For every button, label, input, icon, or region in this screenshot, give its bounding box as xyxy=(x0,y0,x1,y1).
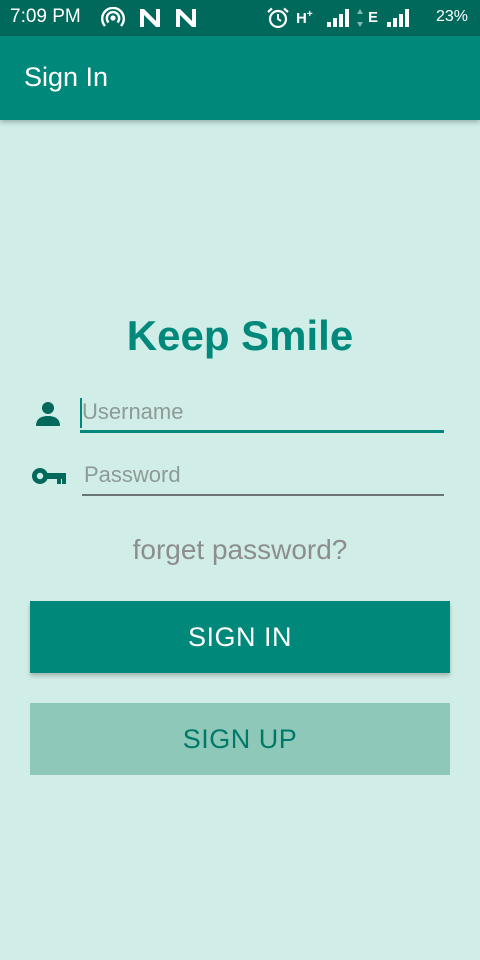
brand-title: Keep Smile xyxy=(126,312,354,359)
username-input[interactable] xyxy=(80,393,444,433)
status-bar: 7:09 PM H+ E 23% xyxy=(0,0,480,36)
forgot-password-link[interactable]: forget password? xyxy=(0,534,480,566)
key-icon xyxy=(30,462,68,490)
alarm-icon xyxy=(266,7,290,29)
hotspot-icon xyxy=(100,7,126,28)
status-time: 7:09 PM xyxy=(10,6,81,27)
signal-icon xyxy=(386,8,412,28)
network-type-label: H+ xyxy=(296,9,313,27)
sign-in-button[interactable]: SIGN IN xyxy=(30,601,450,673)
app-bar: Sign In xyxy=(0,36,480,120)
n-notification-icon xyxy=(138,8,162,28)
data-arrows-icon xyxy=(356,8,364,28)
n-notification-icon xyxy=(174,8,198,28)
network-type-e-label: E xyxy=(368,9,379,26)
sign-up-button[interactable]: SIGN UP xyxy=(30,703,450,775)
page-title: Sign In xyxy=(24,62,109,92)
password-input[interactable] xyxy=(82,456,444,496)
signal-icon xyxy=(326,8,352,28)
text-cursor xyxy=(80,398,82,428)
person-icon xyxy=(32,398,64,430)
battery-percent: 23% xyxy=(435,8,468,25)
